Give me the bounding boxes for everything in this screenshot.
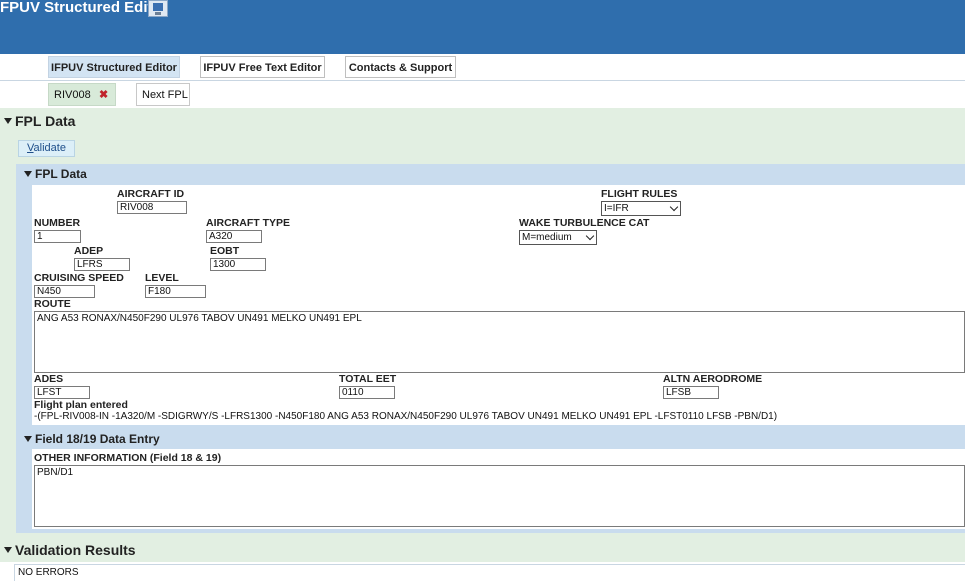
fpl-form: AIRCRAFT ID RIV008 FLIGHT RULES I=IFR NU… <box>32 185 965 425</box>
eobt-input[interactable]: 1300 <box>210 258 266 271</box>
wake-turbulence-value: M=medium <box>522 232 572 243</box>
collapse-triangle-icon <box>4 547 12 554</box>
flight-rules-label: FLIGHT RULES <box>601 188 678 200</box>
other-information-label: OTHER INFORMATION (Field 18 & 19) <box>34 452 222 464</box>
cruising-speed-label: CRUISING SPEED <box>34 272 124 284</box>
collapse-triangle-icon <box>24 170 32 177</box>
level-label: LEVEL <box>145 272 179 284</box>
level-input[interactable]: F180 <box>145 285 206 298</box>
cruising-speed-input[interactable]: N450 <box>34 285 95 298</box>
validate-button[interactable]: Validate <box>18 140 75 157</box>
main-tabs: IFPUV Structured Editor IFPUV Free Text … <box>0 55 965 81</box>
fpl-data-section: FPL Data Validate FPL Data AIRCRAFT ID R… <box>0 108 965 540</box>
field18-header[interactable]: Field 18/19 Data Entry <box>24 432 160 446</box>
tab-contacts-support[interactable]: Contacts & Support <box>345 56 456 78</box>
chevron-down-icon <box>669 202 679 212</box>
validate-label: alidate <box>33 142 66 154</box>
aircraft-type-label: AIRCRAFT TYPE <box>206 217 290 229</box>
validation-status: NO ERRORS <box>18 567 79 578</box>
collapse-triangle-icon <box>24 435 32 442</box>
field18-form: OTHER INFORMATION (Field 18 & 19) PBN/D1 <box>32 449 965 529</box>
adep-label: ADEP <box>74 245 104 257</box>
route-label: ROUTE <box>34 298 71 310</box>
validation-results-panel <box>14 564 965 581</box>
aircraft-type-input[interactable]: A320 <box>206 230 262 243</box>
app-title: FPUV Structured Editor <box>0 0 168 16</box>
altn-aerodrome-input[interactable]: LFSB <box>663 386 719 399</box>
flight-plan-entered-label: Flight plan entered <box>34 399 128 411</box>
fpl-tabs: RIV008 ✖ Next FPL <box>0 81 965 109</box>
flight-plan-entered-text: -(FPL-RIV008-IN -1A320/M -SDIGRWY/S -LFR… <box>34 411 778 422</box>
tab-free-text-editor[interactable]: IFPUV Free Text Editor <box>200 56 325 78</box>
monitor-icon[interactable] <box>148 0 168 17</box>
total-eet-label: TOTAL EET <box>339 373 397 385</box>
section-header[interactable]: FPL Data <box>4 113 75 129</box>
tab-structured-editor[interactable]: IFPUV Structured Editor <box>48 56 180 78</box>
collapse-triangle-icon <box>4 118 12 125</box>
fpl-panel-header[interactable]: FPL Data <box>24 167 87 181</box>
ades-input[interactable]: LFST <box>34 386 90 399</box>
chevron-down-icon <box>585 231 595 241</box>
total-eet-input[interactable]: 0110 <box>339 386 395 399</box>
aircraft-id-input[interactable]: RIV008 <box>117 201 187 214</box>
aircraft-id-label: AIRCRAFT ID <box>117 188 185 200</box>
field18-title: Field 18/19 Data Entry <box>35 432 160 446</box>
route-textarea[interactable]: ANG A53 RONAX/N450F290 UL976 TABOV UN491… <box>34 311 965 373</box>
section-title: FPL Data <box>15 113 76 129</box>
flight-rules-select[interactable]: I=IFR <box>601 201 681 216</box>
fpl-data-panel: FPL Data AIRCRAFT ID RIV008 FLIGHT RULES… <box>16 164 965 533</box>
ades-label: ADES <box>34 373 64 385</box>
close-icon[interactable]: ✖ <box>99 90 109 101</box>
fpl-tab-label: RIV008 <box>54 89 91 101</box>
number-input[interactable]: 1 <box>34 230 81 243</box>
app-header: FPUV Structured Editor <box>0 0 965 54</box>
validation-results-bar <box>0 540 965 562</box>
adep-input[interactable]: LFRS <box>74 258 130 271</box>
validation-results-header[interactable]: Validation Results <box>4 542 136 558</box>
wake-turbulence-select[interactable]: M=medium <box>519 230 597 245</box>
wake-turbulence-label: WAKE TURBULENCE CAT <box>519 217 650 229</box>
validation-results-title: Validation Results <box>15 542 136 558</box>
fpl-tab-next[interactable]: Next FPL <box>136 83 190 106</box>
altn-aerodrome-label: ALTN AERODROME <box>663 373 763 385</box>
fpl-tab-riv008[interactable]: RIV008 ✖ <box>48 83 116 106</box>
number-label: NUMBER <box>34 217 81 229</box>
fpl-panel-title: FPL Data <box>35 167 87 181</box>
flight-rules-value: I=IFR <box>604 203 629 214</box>
eobt-label: EOBT <box>210 245 240 257</box>
other-information-textarea[interactable]: PBN/D1 <box>34 465 965 527</box>
